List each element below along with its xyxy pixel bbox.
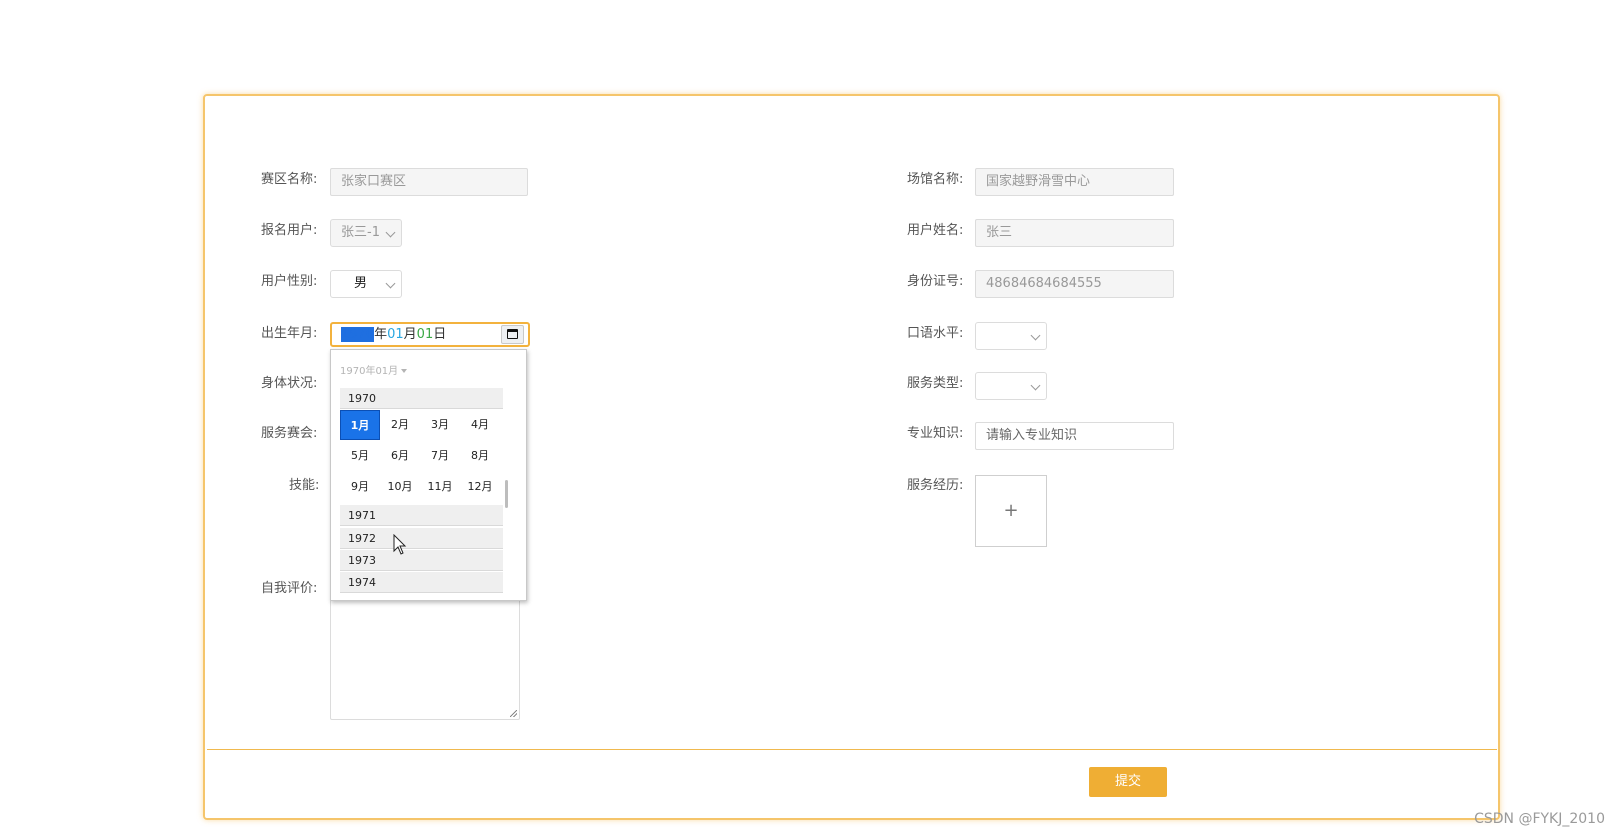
reg-user-label: 报名用户: bbox=[261, 223, 318, 238]
month-suffix: 月 bbox=[403, 327, 417, 342]
month-jan[interactable]: 1月 bbox=[340, 410, 380, 440]
date-picker-popup: 1970年01月 1970 1月 2月 3月 4月 5月 6月 7月 8月 9月… bbox=[330, 349, 527, 601]
footer-divider bbox=[207, 749, 1497, 750]
calendar-icon bbox=[507, 329, 518, 339]
experience-label: 服务经历: bbox=[907, 478, 964, 493]
year-row-1973[interactable]: 1973 bbox=[340, 550, 503, 571]
user-name-field: 张三 bbox=[975, 219, 1174, 247]
id-no-label: 身份证号: bbox=[907, 274, 964, 289]
day-suffix: 日 bbox=[433, 327, 447, 342]
chevron-down-icon bbox=[1030, 380, 1041, 391]
skills-label: 技能: bbox=[289, 478, 320, 493]
year-row-1971[interactable]: 1971 bbox=[340, 505, 503, 526]
resize-handle-icon[interactable] bbox=[510, 710, 517, 717]
gender-label: 用户性别: bbox=[261, 274, 318, 289]
id-no-field: 48684684684555 bbox=[975, 270, 1174, 298]
service-type-label: 服务类型: bbox=[907, 376, 964, 391]
month-sep[interactable]: 9月 bbox=[340, 472, 380, 502]
year-row-1974[interactable]: 1974 bbox=[340, 572, 503, 593]
venue-field: 国家越野滑雪中心 bbox=[975, 168, 1174, 196]
gender-select[interactable]: 男 bbox=[330, 270, 402, 298]
chevron-down-icon bbox=[385, 227, 396, 238]
reg-user-select[interactable]: 张三-1 bbox=[330, 219, 402, 247]
popup-scrollbar[interactable] bbox=[505, 480, 508, 508]
month-may[interactable]: 5月 bbox=[340, 441, 380, 471]
month-oct[interactable]: 10月 bbox=[380, 472, 420, 502]
expertise-input[interactable]: 请输入专业知识 bbox=[975, 422, 1174, 450]
service-event-label: 服务赛会: bbox=[261, 426, 318, 441]
oral-label: 口语水平: bbox=[907, 326, 964, 341]
year-row-1970[interactable]: 1970 bbox=[340, 388, 503, 409]
month-aug[interactable]: 8月 bbox=[460, 441, 500, 471]
mouse-cursor-icon bbox=[393, 534, 407, 555]
region-label: 赛区名称: bbox=[261, 172, 318, 187]
month-mar[interactable]: 3月 bbox=[420, 410, 460, 440]
month-feb[interactable]: 2月 bbox=[380, 410, 420, 440]
region-field: 张家口赛区 bbox=[330, 168, 528, 196]
birth-label: 出生年月: bbox=[261, 326, 318, 341]
month-apr[interactable]: 4月 bbox=[460, 410, 500, 440]
gender-value: 男 bbox=[354, 276, 368, 291]
expertise-label: 专业知识: bbox=[907, 426, 964, 441]
birth-date-input[interactable]: 1970年01月01日 bbox=[330, 322, 530, 347]
chevron-down-icon bbox=[385, 278, 396, 289]
watermark-text: CSDN @FYKJ_2010 bbox=[1474, 811, 1605, 827]
birth-day-segment[interactable]: 01 bbox=[417, 327, 434, 342]
birth-year-segment[interactable]: 1970 bbox=[341, 327, 375, 342]
health-label: 身体状况: bbox=[261, 376, 318, 391]
self-eval-textarea[interactable] bbox=[330, 580, 520, 720]
chevron-down-icon bbox=[1030, 330, 1041, 341]
month-nov[interactable]: 11月 bbox=[420, 472, 460, 502]
calendar-button[interactable] bbox=[501, 325, 524, 344]
plus-icon: + bbox=[1003, 500, 1019, 521]
submit-button[interactable]: 提交 bbox=[1089, 767, 1167, 797]
month-dec[interactable]: 12月 bbox=[460, 472, 500, 502]
service-type-select[interactable] bbox=[975, 372, 1047, 400]
user-name-label: 用户姓名: bbox=[907, 223, 964, 238]
month-jul[interactable]: 7月 bbox=[420, 441, 460, 471]
reg-user-value: 张三-1 bbox=[341, 225, 380, 240]
self-eval-label: 自我评价: bbox=[261, 581, 318, 596]
year-suffix: 年 bbox=[374, 327, 388, 342]
year-row-1972[interactable]: 1972 bbox=[340, 528, 503, 549]
oral-select[interactable] bbox=[975, 322, 1047, 350]
experience-upload-button[interactable]: + bbox=[975, 475, 1047, 547]
date-picker-header[interactable]: 1970年01月 bbox=[340, 362, 408, 377]
venue-label: 场馆名称: bbox=[907, 172, 964, 187]
caret-down-icon bbox=[401, 369, 408, 373]
birth-month-segment[interactable]: 01 bbox=[387, 327, 404, 342]
month-jun[interactable]: 6月 bbox=[380, 441, 420, 471]
date-picker-header-text: 1970年01月 bbox=[340, 366, 399, 377]
